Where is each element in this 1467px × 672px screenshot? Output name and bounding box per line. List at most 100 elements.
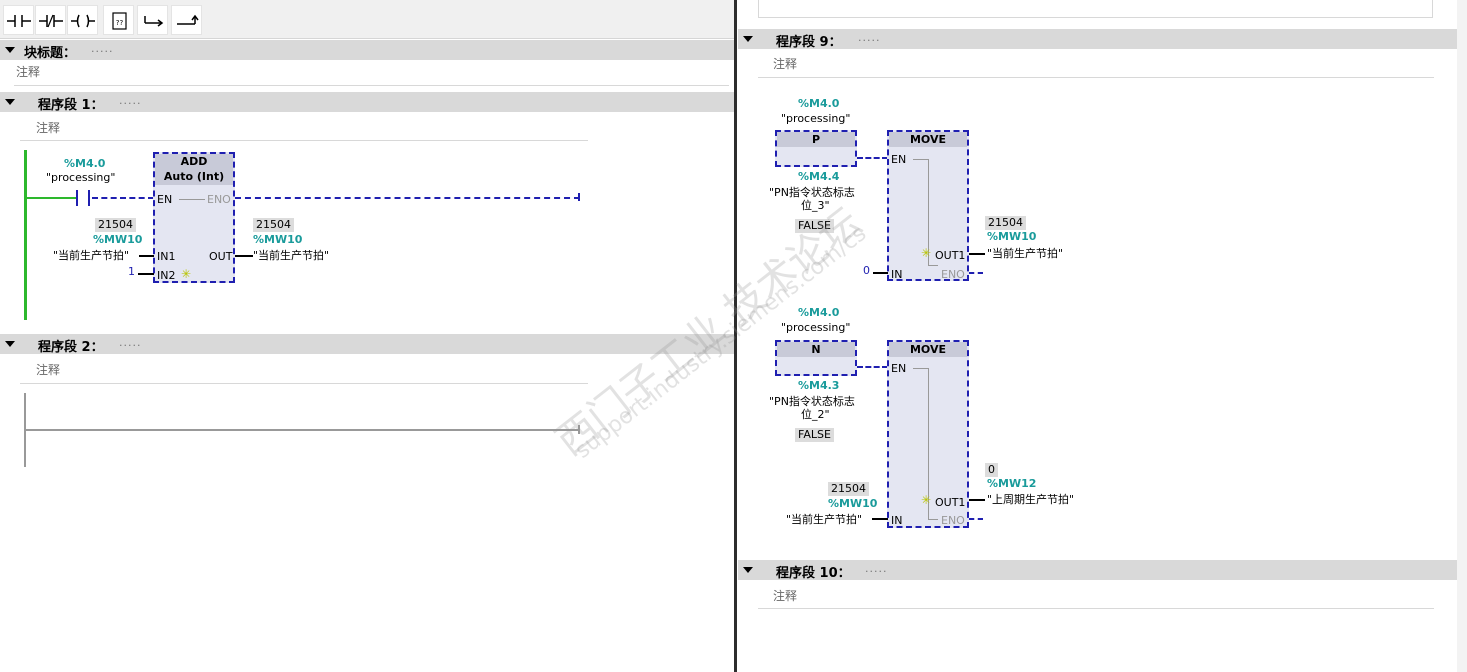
en-eno-internal-line bbox=[179, 199, 205, 200]
r1-in-constant[interactable]: 0 bbox=[863, 264, 870, 277]
collapse-triangle-icon[interactable] bbox=[743, 567, 753, 573]
add-box-type[interactable]: Auto (Int) bbox=[155, 169, 233, 185]
network-10-header[interactable]: 程序段 10： ..... bbox=[738, 560, 1457, 581]
r2-pin-eno: ENO bbox=[941, 514, 965, 527]
network-10-dots[interactable]: ..... bbox=[865, 562, 887, 575]
contact-tag-name[interactable]: "processing" bbox=[46, 171, 115, 184]
in1-address[interactable]: %MW10 bbox=[93, 233, 142, 246]
block-comment[interactable]: 注释 bbox=[16, 63, 40, 80]
r2-move-box[interactable]: MOVE EN ✳ OUT1 IN ENO bbox=[887, 340, 969, 528]
pin-in1: IN1 bbox=[157, 250, 176, 263]
r2-in-tag-name[interactable]: "当前生产节拍" bbox=[786, 511, 862, 527]
network-9-dots[interactable]: ..... bbox=[858, 31, 880, 44]
left-editor-pane: ?? 块标题： ..... 注释 程序段 1： ..... 注释 %M4.0 "… bbox=[0, 0, 734, 672]
in1-tag-name[interactable]: "当前生产节拍" bbox=[53, 247, 129, 263]
collapse-triangle-icon[interactable] bbox=[5, 47, 15, 53]
add-instruction-box[interactable]: ADD Auto (Int) EN ENO IN1 OUT IN2 ✳ bbox=[153, 152, 235, 283]
r1-output-star-icon[interactable]: ✳ bbox=[921, 246, 931, 260]
power-rail bbox=[24, 150, 27, 320]
r1-p-edge-box[interactable]: P bbox=[775, 130, 857, 167]
network-9-header[interactable]: 程序段 9： ..... bbox=[738, 29, 1457, 50]
vertical-scrollbar[interactable] bbox=[1457, 0, 1467, 672]
network-10-comment[interactable]: 注释 bbox=[773, 587, 797, 604]
r1-out-tag-name[interactable]: "当前生产节拍" bbox=[987, 245, 1063, 261]
no-contact-button[interactable] bbox=[3, 5, 34, 35]
r1-en-internal-h bbox=[913, 159, 929, 160]
r2-in-address[interactable]: %MW10 bbox=[828, 497, 877, 510]
block-title-dots[interactable]: ..... bbox=[91, 42, 113, 55]
nc-contact-button[interactable] bbox=[35, 5, 66, 35]
r2-flag-address[interactable]: %M4.3 bbox=[798, 379, 839, 392]
ladder-toolbar: ?? bbox=[0, 0, 734, 39]
r2-eno-internal-h bbox=[928, 519, 938, 520]
network-2-comment-underline bbox=[20, 383, 588, 384]
contact-bar-left bbox=[76, 190, 78, 206]
close-branch-icon bbox=[177, 14, 199, 25]
network-1-comment[interactable]: 注释 bbox=[36, 119, 60, 136]
block-comment-underline bbox=[14, 85, 729, 86]
network-1-dots[interactable]: ..... bbox=[119, 94, 141, 107]
r1-contact-address[interactable]: %M4.0 bbox=[798, 97, 839, 110]
contact-address[interactable]: %M4.0 bbox=[64, 157, 105, 170]
empty-rung-wire[interactable] bbox=[24, 429, 580, 431]
network-9-comment[interactable]: 注释 bbox=[773, 55, 797, 72]
out-wire bbox=[235, 255, 253, 257]
r2-output-star-icon[interactable]: ✳ bbox=[921, 493, 931, 507]
r1-edge-to-en-wire bbox=[857, 157, 888, 159]
pane-splitter[interactable] bbox=[734, 0, 737, 672]
r1-flag-name-line2[interactable]: 位_3" bbox=[801, 197, 830, 213]
r1-pin-out1: OUT1 bbox=[935, 249, 966, 262]
empty-box-icon: ?? bbox=[112, 12, 127, 30]
network-1-comment-underline bbox=[20, 140, 588, 141]
in2-constant[interactable]: 1 bbox=[128, 265, 135, 278]
r2-n-edge-box[interactable]: N bbox=[775, 340, 857, 376]
r2-contact-tag-name[interactable]: "processing" bbox=[781, 321, 850, 334]
r2-move-name: MOVE bbox=[889, 342, 967, 357]
coil-button[interactable] bbox=[67, 5, 98, 35]
open-branch-icon bbox=[144, 16, 164, 27]
open-branch-button[interactable] bbox=[137, 5, 168, 35]
add-box-name: ADD bbox=[155, 154, 233, 169]
no-contact-icon bbox=[7, 15, 31, 27]
network-2-comment[interactable]: 注释 bbox=[36, 361, 60, 378]
r2-en-internal-h bbox=[913, 368, 929, 369]
r2-flag-name-line2[interactable]: 位_2" bbox=[801, 406, 830, 422]
r2-out-address[interactable]: %MW12 bbox=[987, 477, 1036, 490]
close-branch-button[interactable] bbox=[171, 5, 202, 35]
r1-flag-address[interactable]: %M4.4 bbox=[798, 170, 839, 183]
rung-end-marker bbox=[578, 193, 580, 201]
collapse-triangle-icon[interactable] bbox=[5, 99, 15, 105]
out-tag-name[interactable]: "当前生产节拍" bbox=[253, 247, 329, 263]
in2-wire bbox=[138, 273, 154, 275]
nc-contact-icon bbox=[39, 14, 63, 28]
empty-box-button[interactable]: ?? bbox=[103, 5, 134, 35]
add-input-star-icon[interactable]: ✳ bbox=[181, 267, 191, 281]
no-contact-symbol[interactable] bbox=[74, 190, 94, 206]
network-2-title: 程序段 2： bbox=[38, 340, 104, 355]
block-title-header[interactable]: 块标题： ..... bbox=[0, 40, 734, 61]
network-1-title: 程序段 1： bbox=[38, 98, 104, 113]
collapse-triangle-icon[interactable] bbox=[743, 36, 753, 42]
network-2-dots[interactable]: ..... bbox=[119, 336, 141, 349]
pin-eno: ENO bbox=[207, 193, 231, 206]
r1-contact-tag-name[interactable]: "processing" bbox=[781, 112, 850, 125]
network-10-comment-underline bbox=[758, 608, 1434, 609]
r1-pin-in: IN bbox=[891, 268, 903, 281]
network-9-comment-underline bbox=[758, 77, 1434, 78]
r1-eno-internal-h bbox=[928, 265, 938, 266]
r1-move-box[interactable]: MOVE EN ✳ OUT1 IN ENO bbox=[887, 130, 969, 281]
r1-out-address[interactable]: %MW10 bbox=[987, 230, 1036, 243]
network-1-header[interactable]: 程序段 1： ..... bbox=[0, 92, 734, 113]
pin-out: OUT bbox=[209, 250, 233, 263]
svg-text:??: ?? bbox=[116, 19, 124, 27]
network-10-title: 程序段 10： bbox=[776, 566, 851, 581]
coil-icon bbox=[71, 14, 95, 28]
r2-out-tag-name[interactable]: "上周期生产节拍" bbox=[987, 491, 1074, 507]
collapse-triangle-icon[interactable] bbox=[5, 341, 15, 347]
r1-move-name: MOVE bbox=[889, 132, 967, 147]
contact-bar-right bbox=[88, 190, 90, 206]
r2-contact-address[interactable]: %M4.0 bbox=[798, 306, 839, 319]
r1-eno-wire bbox=[969, 272, 983, 274]
network-2-header[interactable]: 程序段 2： ..... bbox=[0, 334, 734, 355]
out-address[interactable]: %MW10 bbox=[253, 233, 302, 246]
